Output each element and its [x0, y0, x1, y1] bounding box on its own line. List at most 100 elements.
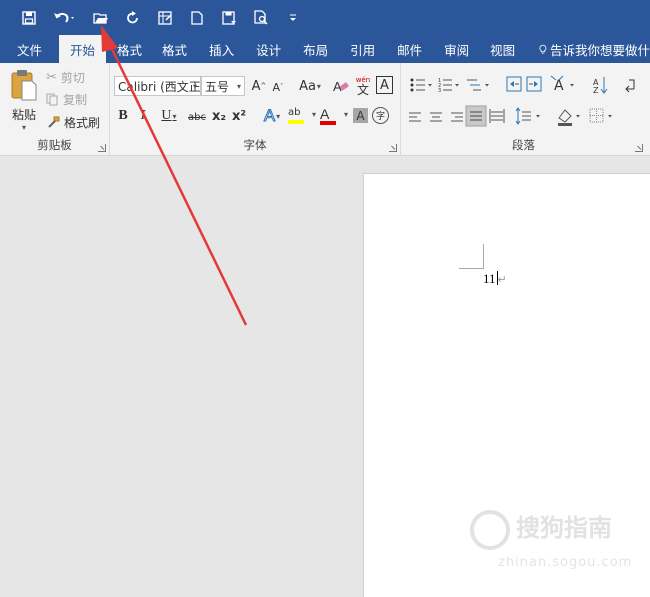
- margin-corner-mark: [459, 244, 484, 269]
- format-painter-label: 格式刷: [64, 116, 101, 130]
- tab-references[interactable]: 引用: [339, 35, 386, 63]
- scissors-icon: ✂: [46, 70, 57, 85]
- paragraph-group-label: 段落: [512, 138, 535, 152]
- phonetic-guide-button[interactable]: wén 文: [354, 74, 372, 98]
- new-doc-icon[interactable]: [186, 7, 208, 29]
- grow-font-icon: A: [251, 78, 261, 94]
- numbering-icon: 1 2 3: [438, 78, 459, 94]
- borders-icon: [589, 108, 612, 123]
- change-case-button[interactable]: Aa ▾: [296, 77, 324, 95]
- char-border-button[interactable]: A: [376, 76, 393, 94]
- tell-me-label: 告诉我你想要做什: [549, 42, 650, 58]
- show-marks-icon: [625, 79, 635, 93]
- highlight-icon: ab: [288, 107, 301, 118]
- superscript-button[interactable]: x²: [230, 107, 248, 125]
- format-painter-icon: [48, 116, 60, 128]
- increase-indent-icon: [526, 76, 542, 92]
- italic-button[interactable]: I: [135, 107, 151, 125]
- bullets-icon: [410, 78, 432, 92]
- text-effects-icon: A: [263, 106, 276, 126]
- clear-formatting-button[interactable]: A: [332, 76, 350, 96]
- font-color-icon: A: [320, 106, 330, 122]
- paste-button[interactable]: 粘贴 ▾: [6, 69, 42, 132]
- font-name-dropdown-icon: ▾: [192, 82, 197, 91]
- shading-icon: [558, 109, 580, 126]
- tab-design[interactable]: 设计: [245, 35, 292, 63]
- strikethrough-icon: abc: [188, 111, 206, 123]
- save-as-icon[interactable]: [218, 7, 240, 29]
- quick-access-toolbar: [0, 0, 650, 35]
- open-icon[interactable]: [90, 7, 112, 29]
- text-effects-button[interactable]: A ▾: [258, 106, 286, 126]
- format-painter-button[interactable]: 格式刷: [46, 114, 100, 131]
- svg-text:Z: Z: [593, 86, 599, 95]
- paste-label: 粘贴: [11, 108, 36, 122]
- customize-icon[interactable]: [282, 7, 304, 29]
- strikethrough-button[interactable]: abc: [186, 108, 208, 126]
- cut-button[interactable]: ✂ 剪切: [46, 69, 85, 86]
- highlight-button[interactable]: ab ▾: [288, 105, 318, 127]
- font-group-label: 字体: [243, 138, 267, 152]
- font-color-button[interactable]: A ▾: [320, 105, 350, 127]
- align-right-icon: [451, 112, 463, 122]
- grow-font-button[interactable]: A ^: [251, 77, 267, 95]
- bold-button[interactable]: B: [115, 107, 131, 125]
- tab-layout[interactable]: 布局: [292, 35, 339, 63]
- copy-label: 复制: [63, 93, 88, 107]
- document-body-text[interactable]: 11 ↵: [483, 271, 507, 287]
- enclose-char-icon: 字: [375, 112, 385, 122]
- font-name-value: Calibri (西文正: [118, 79, 201, 94]
- paragraph-mark: ↵: [497, 274, 507, 286]
- shrink-font-button[interactable]: Aˇ: [270, 78, 286, 96]
- align-left-icon: [409, 112, 421, 122]
- line-spacing-icon: [515, 107, 540, 125]
- char-border-icon: A: [380, 77, 389, 93]
- tab-format-1[interactable]: 格式: [106, 35, 151, 63]
- char-shading-button[interactable]: A: [353, 108, 368, 123]
- tab-insert[interactable]: 插入: [198, 35, 245, 63]
- ribbon-home: 粘贴 ▾ ✂ 剪切 复制 格式刷 剪贴板 Calibri (西文正 ▾ 五号 ▾…: [0, 63, 650, 156]
- font-group: Calibri (西文正 ▾ 五号 ▾ A ^ Aˇ Aa ▾ A wén 文 A …: [110, 63, 401, 156]
- ribbon-tabs: 文件 开始 格式 格式 插入 设计 布局 引用 邮件 审阅 视图 告诉我你想要做…: [0, 35, 650, 64]
- bold-icon: B: [118, 108, 128, 123]
- watermark-text: 搜狗指南: [516, 508, 612, 543]
- font-launcher-icon[interactable]: [389, 144, 397, 152]
- clipboard-launcher-icon[interactable]: [98, 144, 106, 152]
- underline-icon: U: [161, 108, 172, 123]
- distributed-icon: [489, 109, 505, 123]
- tab-file[interactable]: 文件: [0, 35, 59, 63]
- table-icon[interactable]: [154, 7, 176, 29]
- font-name-combo[interactable]: Calibri (西文正 ▾: [114, 76, 201, 96]
- watermark-url: zhinan.sogou.com: [498, 555, 633, 570]
- tab-format-2[interactable]: 格式: [151, 35, 198, 63]
- undo-icon[interactable]: [50, 7, 80, 29]
- clipboard-group-label: 剪贴板: [37, 138, 72, 152]
- subscript-button[interactable]: x₂: [210, 107, 228, 125]
- paragraph-group: 1 2 3 A AZ 段落: [401, 63, 646, 156]
- document-text: 11: [483, 271, 496, 286]
- clipboard-group: 粘贴 ▾ ✂ 剪切 复制 格式刷 剪贴板: [0, 63, 110, 156]
- tab-review[interactable]: 审阅: [433, 35, 480, 63]
- paste-icon: [11, 70, 37, 101]
- copy-button[interactable]: 复制: [46, 91, 87, 108]
- tell-me-search[interactable]: 告诉我你想要做什: [525, 35, 650, 63]
- highlight-color-bar: [288, 120, 304, 124]
- underline-button[interactable]: U ▾: [156, 107, 182, 125]
- paste-dropdown-icon[interactable]: ▾: [6, 123, 42, 132]
- print-preview-icon[interactable]: [250, 7, 272, 29]
- tab-home[interactable]: 开始: [59, 35, 107, 64]
- save-icon[interactable]: [18, 7, 40, 29]
- font-size-combo[interactable]: 五号 ▾: [201, 76, 245, 96]
- redo-icon[interactable]: [122, 7, 144, 29]
- sort-icon: AZ: [593, 77, 608, 95]
- justify-icon: [465, 105, 487, 127]
- font-color-bar: [320, 121, 336, 125]
- svg-text:A: A: [554, 78, 564, 94]
- copy-icon: [46, 93, 58, 106]
- tab-view[interactable]: 视图: [480, 35, 525, 63]
- decrease-indent-icon: [506, 76, 522, 92]
- enclose-char-button[interactable]: 字: [372, 107, 389, 124]
- subscript-icon: x₂: [211, 108, 227, 124]
- tab-mailings[interactable]: 邮件: [386, 35, 433, 63]
- paragraph-launcher-icon[interactable]: [635, 144, 643, 152]
